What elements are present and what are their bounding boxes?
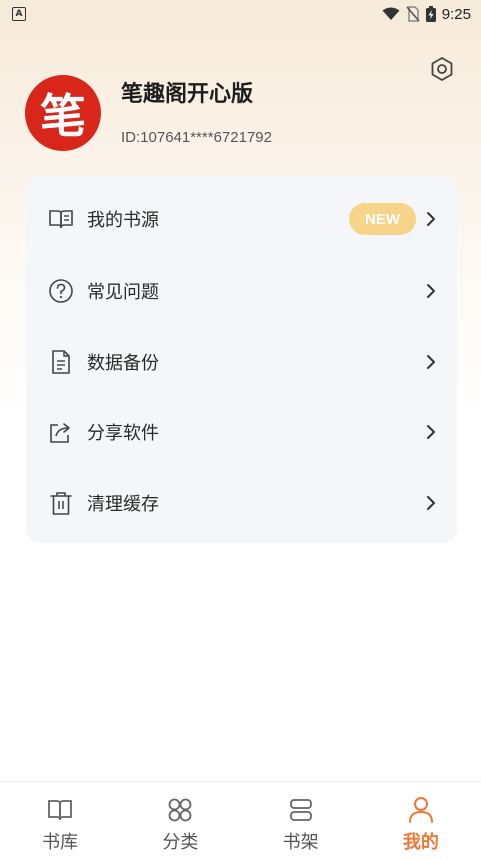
- question-circle-icon: [48, 278, 74, 304]
- menu-item-label: 我的书源: [87, 210, 159, 231]
- nav-tab-mine[interactable]: 我的: [361, 782, 481, 859]
- shelf-icon: [287, 796, 315, 824]
- no-sim-icon: [406, 6, 420, 22]
- menu-item-label: 数据备份: [87, 353, 159, 374]
- nav-tab-categories[interactable]: 分类: [120, 782, 240, 859]
- battery-charging-icon: [425, 6, 436, 22]
- menu-item-label: 清理缓存: [87, 494, 159, 515]
- menu-item-book-sources[interactable]: 我的书源 NEW: [26, 189, 457, 249]
- trash-icon: [48, 490, 74, 516]
- nav-tab-library[interactable]: 书库: [0, 782, 120, 859]
- menu-item-label: 常见问题: [87, 282, 159, 303]
- app-name: 笔趣阁开心版: [121, 82, 254, 107]
- settings-button[interactable]: [428, 55, 456, 83]
- nav-label: 分类: [162, 832, 199, 853]
- nav-label: 书架: [282, 832, 319, 853]
- book-icon: [46, 796, 74, 824]
- new-badge: NEW: [349, 203, 416, 235]
- settings-hexagon-icon: [431, 57, 453, 81]
- status-time: 9:25: [441, 5, 471, 23]
- grid-icon: [166, 796, 194, 824]
- status-bar: A 9:25: [0, 0, 481, 28]
- avatar[interactable]: 笔: [25, 75, 101, 151]
- nav-label: 我的: [402, 832, 439, 853]
- menu-item-data-backup[interactable]: 数据备份: [26, 332, 457, 392]
- user-id: ID:107641****6721792: [121, 129, 272, 146]
- menu-item-share-app[interactable]: 分享软件: [26, 402, 457, 462]
- menu-item-faq[interactable]: 常见问题: [26, 261, 457, 321]
- chevron-right-icon: [424, 494, 438, 512]
- book-open-icon: [48, 206, 74, 232]
- person-icon: [407, 796, 435, 824]
- chevron-right-icon: [424, 353, 438, 371]
- chevron-right-icon: [424, 282, 438, 300]
- menu-item-label: 分享软件: [87, 423, 159, 444]
- bottom-nav: 书库 分类 书架 我的: [0, 781, 481, 859]
- share-icon: [48, 419, 74, 445]
- notification-a-icon: A: [12, 7, 26, 21]
- nav-tab-bookshelf[interactable]: 书架: [241, 782, 361, 859]
- document-icon: [48, 349, 74, 375]
- nav-label: 书库: [42, 832, 79, 853]
- chevron-right-icon: [424, 423, 438, 441]
- menu-card: 我的书源 NEW 常见问题 数据备份 分享软件 清理缓存: [26, 176, 457, 543]
- menu-item-clear-cache[interactable]: 清理缓存: [26, 473, 457, 533]
- chevron-right-icon: [424, 210, 438, 228]
- wifi-icon: [382, 7, 400, 20]
